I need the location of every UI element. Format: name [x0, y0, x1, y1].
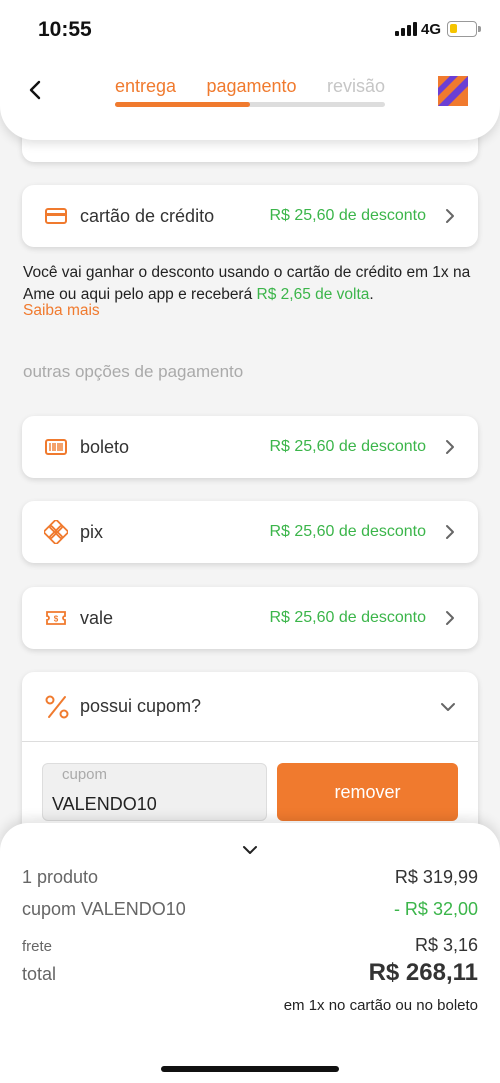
payment-option-discount: R$ 25,60 de desconto: [269, 207, 426, 224]
svg-text:$: $: [54, 615, 59, 624]
network-label: 4G: [421, 21, 442, 38]
credit-card-icon: [44, 204, 68, 228]
chevron-down-icon: [441, 702, 455, 711]
cashback-amount: R$ 2,65 de volta: [256, 286, 370, 303]
coupon-title: possui cupom?: [80, 696, 202, 716]
cashback-info-text: Você vai ganhar o desconto usando o cart…: [23, 264, 471, 303]
step-progress-fill: [115, 102, 250, 107]
signal-icon: [395, 22, 417, 36]
coupon-input-label: cupom: [62, 766, 108, 783]
summary-payment-note: em 1x no cartão ou no boleto: [22, 997, 478, 1014]
summary-note: em 1x no cartão ou no boleto: [283, 997, 478, 1014]
header: 10:55 4G entrega pagamento revisão: [0, 0, 500, 140]
step-pagamento[interactable]: pagamento: [206, 76, 296, 97]
barcode-icon: [44, 435, 68, 459]
step-progress-bar: [115, 102, 385, 107]
payment-option-credit-card[interactable]: cartão de crédito R$ 25,60 de desconto: [22, 185, 478, 247]
payment-option-name: boleto: [80, 436, 130, 457]
payment-option-name: cartão de crédito: [80, 205, 215, 226]
summary-value: - R$ 32,00: [393, 899, 478, 919]
chevron-down-icon[interactable]: [240, 843, 260, 857]
summary-total-value: R$ 268,11: [368, 959, 478, 986]
step-entrega[interactable]: entrega: [115, 76, 176, 97]
chevron-left-icon: [29, 80, 41, 100]
payment-option-pix[interactable]: pix R$ 25,60 de desconto: [22, 501, 478, 563]
step-revisao[interactable]: revisão: [327, 76, 385, 97]
chevron-right-icon: [446, 525, 454, 539]
coupon-input-value: VALENDO10: [52, 794, 157, 814]
summary-row-coupon: cupom VALENDO10 - R$ 32,00: [22, 899, 478, 920]
status-bar: 10:55 4G: [0, 0, 500, 60]
battery-icon: [447, 21, 481, 37]
brand-logo: [438, 76, 468, 106]
summary-label: frete: [22, 938, 53, 955]
payment-option-discount: R$ 25,60 de desconto: [269, 438, 426, 455]
summary-row-shipping: frete R$ 3,16: [22, 935, 478, 956]
learn-more-link[interactable]: Saiba mais: [23, 302, 100, 320]
percent-icon: [45, 695, 69, 718]
coupon-toggle[interactable]: possui cupom?: [22, 672, 478, 742]
home-indicator: [161, 1066, 339, 1072]
summary-row-total: total R$ 268,11: [22, 959, 478, 987]
coupon-input[interactable]: cupom VALENDO10: [42, 763, 267, 821]
voucher-icon: $: [44, 606, 68, 630]
pix-icon: [44, 520, 68, 544]
back-button[interactable]: [22, 76, 50, 104]
payment-option-boleto[interactable]: boleto R$ 25,60 de desconto: [22, 416, 478, 478]
cashback-info: Você vai ganhar o desconto usando o cart…: [23, 264, 471, 303]
chevron-right-icon: [446, 440, 454, 454]
order-summary-sheet: 1 produto R$ 319,99 cupom VALENDO10 - R$…: [0, 823, 500, 1083]
payment-option-name: vale: [80, 607, 114, 628]
summary-value: R$ 3,16: [414, 935, 478, 955]
remove-coupon-button[interactable]: remover: [277, 763, 458, 821]
payment-option-discount: R$ 25,60 de desconto: [269, 523, 426, 540]
chevron-right-icon: [446, 611, 454, 625]
checkout-steps: entrega pagamento revisão: [115, 76, 385, 107]
payment-option-discount: R$ 25,60 de desconto: [269, 609, 426, 626]
summary-label: cupom VALENDO10: [22, 899, 186, 919]
payment-option-name: pix: [80, 521, 104, 542]
payment-option-vale[interactable]: $ vale R$ 25,60 de desconto: [22, 587, 478, 649]
chevron-right-icon: [446, 209, 454, 223]
summary-row-product: 1 produto R$ 319,99: [22, 867, 478, 888]
summary-label: 1 produto: [22, 867, 99, 887]
status-time: 10:55: [38, 18, 92, 41]
other-options-title: outras opções de pagamento: [23, 362, 244, 381]
summary-value: R$ 319,99: [394, 867, 478, 887]
summary-label: total: [22, 964, 57, 984]
